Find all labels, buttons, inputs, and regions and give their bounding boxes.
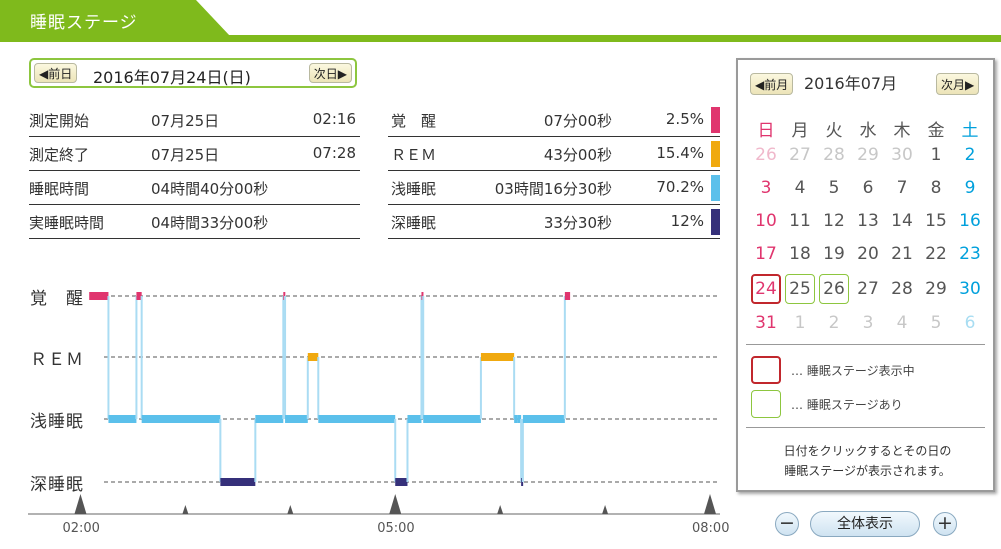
stage-segment: [307, 353, 319, 361]
stage-segment: [285, 415, 308, 423]
calendar-day[interactable]: 1: [921, 140, 951, 170]
calendar-day[interactable]: 11: [785, 206, 815, 236]
calendar-day[interactable]: 8: [921, 173, 951, 203]
calendar-day[interactable]: 22: [921, 239, 951, 269]
calendar-day[interactable]: 28: [887, 274, 917, 304]
calendar-day[interactable]: 2: [819, 308, 849, 338]
stage-segment: [89, 292, 109, 300]
calendar-day[interactable]: 18: [785, 239, 815, 269]
prev-month-arrow-icon: ◀: [755, 78, 765, 92]
calendar-day[interactable]: 6: [955, 308, 985, 338]
next-month-arrow-icon: ▶: [965, 78, 975, 92]
weekday-header: 金: [927, 121, 945, 141]
calendar-day[interactable]: 30: [887, 140, 917, 170]
calendar-day[interactable]: 9: [955, 173, 985, 203]
stage-segment: [255, 415, 284, 423]
calendar-day[interactable]: 14: [887, 206, 917, 236]
stage-segment: [480, 353, 515, 361]
time-tick-marker: [704, 494, 716, 514]
calendar-day[interactable]: 10: [751, 206, 781, 236]
legend-text: … 睡眠ステージ表示中: [791, 364, 915, 378]
legend-text: … 睡眠ステージあり: [791, 398, 903, 412]
legend-swatch: [751, 390, 781, 418]
time-tick-marker: [389, 494, 402, 514]
calendar-panel: ◀前月 2016年07月 次月▶ 日月火水木金土 26 27 28 29 30 1 2 3 4 5 6…: [736, 58, 995, 492]
calendar-day[interactable]: 28: [819, 140, 849, 170]
calendar-day[interactable]: 3: [751, 173, 781, 203]
calendar-day[interactable]: 6: [853, 173, 883, 203]
calendar-day[interactable]: 7: [887, 173, 917, 203]
calendar-day[interactable]: 20: [853, 239, 883, 269]
weekday-header: 月: [791, 121, 809, 141]
calendar-day[interactable]: 25: [785, 274, 815, 304]
weekday-header: 水: [859, 121, 877, 141]
stage-segment: [407, 415, 422, 423]
time-tick-marker: [497, 505, 504, 514]
calendar-day[interactable]: 31: [751, 308, 781, 338]
zoom-out-button[interactable]: −: [775, 512, 799, 536]
stage-segment: [318, 415, 396, 423]
weekday-header: 日: [757, 121, 775, 141]
calendar-day[interactable]: 4: [887, 308, 917, 338]
calendar-day[interactable]: 27: [785, 140, 815, 170]
time-tick-marker: [287, 505, 294, 514]
stage-segment: [522, 415, 565, 423]
next-month-button[interactable]: 次月▶: [936, 73, 980, 95]
calendar-day[interactable]: 15: [921, 206, 951, 236]
stage-segment: [514, 415, 518, 423]
calendar-day[interactable]: 27: [853, 274, 883, 304]
calendar-day[interactable]: 13: [853, 206, 883, 236]
sleep-stage-chart[interactable]: [0, 0, 730, 549]
show-all-button[interactable]: 全体表示: [810, 511, 920, 537]
calendar-day[interactable]: 23: [955, 239, 985, 269]
time-tick-marker: [74, 494, 87, 514]
stage-segment: [395, 478, 408, 486]
calendar-divider: [746, 344, 985, 345]
next-month-label: 次月: [941, 78, 966, 92]
calendar-day[interactable]: 26: [751, 140, 781, 170]
weekday-header: 火: [825, 121, 843, 141]
stage-segment: [220, 478, 256, 486]
prev-month-button[interactable]: ◀前月: [750, 73, 794, 95]
calendar-day[interactable]: 29: [853, 140, 883, 170]
calendar-divider-2: [746, 427, 985, 428]
calendar-day[interactable]: 2: [955, 140, 985, 170]
calendar-day[interactable]: 5: [921, 308, 951, 338]
stage-segment: [423, 415, 481, 423]
zoom-in-button[interactable]: +: [933, 512, 957, 536]
calendar-day[interactable]: 30: [955, 274, 985, 304]
calendar-note-line1: 日付をクリックするとその日の: [783, 444, 952, 458]
weekday-header: 土: [961, 121, 979, 141]
calendar-day[interactable]: 4: [785, 173, 815, 203]
calendar-day[interactable]: 26: [819, 274, 849, 304]
calendar-day[interactable]: 24: [751, 274, 781, 304]
stage-segment: [108, 415, 137, 423]
time-tick-marker: [182, 505, 189, 514]
calendar-day[interactable]: 12: [819, 206, 849, 236]
calendar-note-line2: 睡眠ステージが表示されます。: [784, 464, 951, 478]
calendar-day[interactable]: 1: [785, 308, 815, 338]
calendar-day[interactable]: 21: [887, 239, 917, 269]
calendar-day[interactable]: 19: [819, 239, 849, 269]
prev-month-label: 前月: [764, 78, 789, 92]
calendar-day[interactable]: 3: [853, 308, 883, 338]
calendar-day[interactable]: 16: [955, 206, 985, 236]
calendar-day[interactable]: 17: [751, 239, 781, 269]
calendar-day[interactable]: 5: [819, 173, 849, 203]
time-tick-marker: [602, 505, 609, 514]
weekday-header: 木: [893, 121, 911, 141]
calendar-month-title: 2016年07月: [804, 74, 898, 93]
legend-swatch: [751, 356, 781, 384]
stage-segment: [141, 415, 221, 423]
calendar-day[interactable]: 29: [921, 274, 951, 304]
stage-segment: [564, 292, 571, 300]
